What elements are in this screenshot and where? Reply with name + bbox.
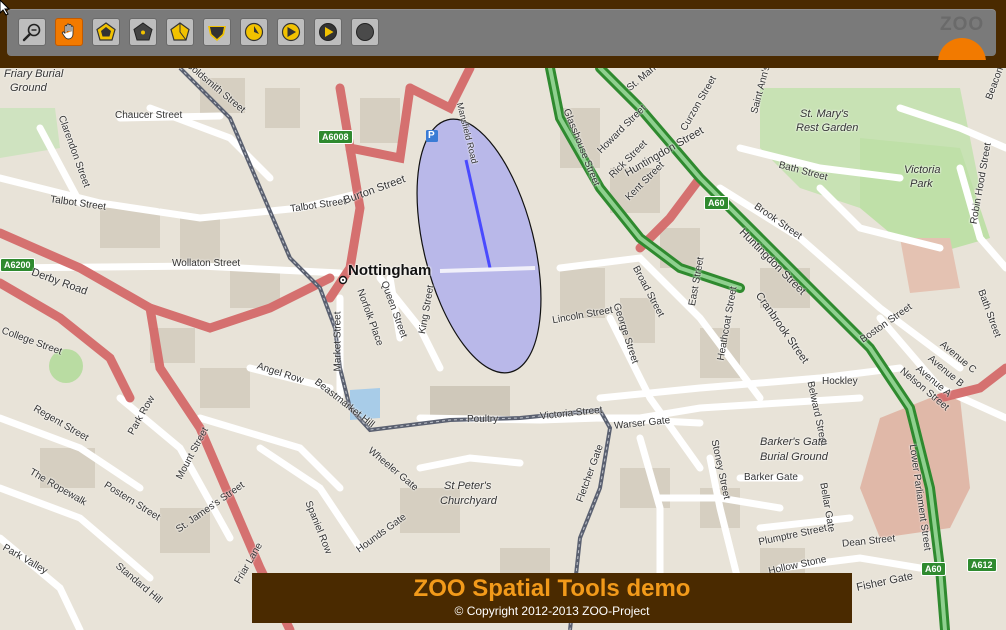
road-shield-a6008: A6008 — [318, 130, 353, 144]
label-market-street: Market Street — [332, 311, 344, 372]
polygon-centroid-icon — [133, 22, 153, 41]
label-nottingham: Nottingham — [348, 262, 432, 279]
label-friary-burial-2: Ground — [10, 82, 47, 94]
simplify-tool-button[interactable] — [240, 18, 268, 46]
zoom-out-tool-button[interactable] — [18, 18, 46, 46]
road-shield-a612: A612 — [967, 558, 997, 572]
label-victoria: Victoria — [904, 164, 941, 176]
label-poultry: Poultry — [467, 414, 499, 425]
label-friary-burial: Friary Burial — [4, 68, 64, 80]
label-st-peters: St Peter's — [444, 480, 492, 492]
map-canvas[interactable]: P A6008 A60 A6200 A60 A612 Nottingham De… — [0, 68, 1006, 630]
circle-arrow-icon — [244, 22, 264, 42]
magnifier-minus-icon — [22, 23, 41, 42]
hand-icon — [61, 23, 74, 40]
label-park: Park — [910, 178, 933, 190]
difference-tool-button[interactable] — [351, 18, 379, 46]
label-st-marys: St. Mary's — [800, 108, 849, 120]
label-burial-ground: Burial Ground — [760, 451, 828, 463]
label-chaucer-street: Chaucer Street — [115, 110, 183, 121]
polygon-buffer-icon — [96, 22, 116, 41]
road-shield-a6200: A6200 — [0, 258, 35, 272]
road-shield-a60-top: A60 — [704, 196, 729, 210]
zoo-logo: ZOO — [932, 10, 992, 60]
label-barker-gate: Barker Gate — [744, 472, 798, 483]
footer-title: ZOO Spatial Tools demo — [413, 575, 691, 602]
polygon-boundary-icon — [170, 22, 190, 41]
footer: ZOO Spatial Tools demo © Copyright 2012-… — [252, 573, 852, 623]
buffer-tool-button[interactable] — [92, 18, 120, 46]
boundary-tool-button[interactable] — [166, 18, 194, 46]
top-bar: ZOO — [0, 0, 1006, 68]
road-shield-a60-bottom: A60 — [921, 562, 946, 576]
mouse-cursor-icon — [0, 0, 10, 16]
logo-sun-shape — [938, 38, 986, 60]
label-hockley: Hockley — [822, 376, 858, 387]
label-barkers-gate: Barker's Gate — [760, 436, 827, 448]
centroid-tool-button[interactable] — [129, 18, 157, 46]
toolbar — [7, 9, 996, 56]
label-rest-garden: Rest Garden — [796, 122, 859, 134]
circle-play-alt-icon — [319, 23, 337, 41]
polygon-dark-icon — [208, 26, 226, 41]
pan-tool-button[interactable] — [55, 18, 83, 46]
label-churchyard: Churchyard — [440, 495, 497, 507]
intersection-tool-button[interactable] — [314, 18, 342, 46]
union-tool-button[interactable] — [277, 18, 305, 46]
label-wollaton-street: Wollaton Street — [172, 258, 241, 269]
circle-play-icon — [281, 22, 301, 42]
footer-copyright: © Copyright 2012-2013 ZOO-Project — [454, 604, 650, 618]
convex-hull-tool-button[interactable] — [203, 18, 231, 46]
parking-icon: P — [428, 130, 435, 141]
logo-text: ZOO — [940, 14, 985, 35]
dark-circle-icon — [356, 23, 374, 41]
